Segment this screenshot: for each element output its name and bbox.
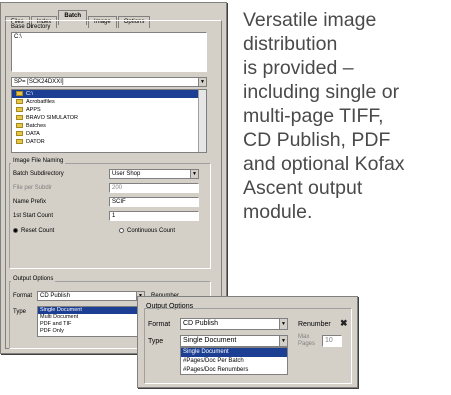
output-options-inset: Output Options Format CD Publish ▼ Renum… (137, 296, 358, 388)
continuous-count-label: Continuous Count (127, 228, 176, 235)
caption-line: distribution (243, 33, 338, 55)
type-option[interactable]: PDF and TIF (38, 321, 144, 328)
inset-format-label: Format (148, 321, 171, 328)
caption-line: multi-page TIFF, (243, 105, 384, 127)
tab-strip: Files IndexBatchImage Options (5, 7, 222, 28)
start-count-field[interactable]: 1 (109, 211, 199, 221)
tree-item[interactable]: BRAVO SIMULATOR (12, 114, 206, 122)
output-options-label: Output Options (11, 276, 56, 282)
folder-icon (16, 107, 23, 113)
chevron-down-icon[interactable]: ▼ (279, 319, 287, 329)
caption-line: CD Publish, PDF (243, 129, 391, 151)
start-count-label: 1st Start Count (13, 213, 54, 219)
format-label: Format (13, 293, 33, 299)
caption-line: Versatile image (243, 9, 377, 31)
inset-type-dropdown-list[interactable]: Single Document #Pages/Doc Per Batch #Pa… (180, 347, 288, 375)
tree-item-label: Batches (26, 123, 46, 129)
continuous-count-radio[interactable]: Continuous Count (119, 228, 175, 234)
tree-item[interactable]: Acrobatfiles (12, 98, 206, 106)
type-option[interactable]: PDF Only (38, 328, 144, 335)
caption-line: Ascent output (243, 177, 363, 199)
file-per-subdir-field[interactable]: 200 (109, 183, 199, 193)
name-prefix-field[interactable]: SCIF (109, 197, 199, 207)
tree-item-label: APPS (26, 107, 41, 113)
tree-item[interactable]: APPS (12, 106, 206, 114)
caption-line: is provided – (243, 57, 354, 79)
tree-item[interactable]: C:\ (12, 90, 206, 98)
folder-icon (16, 139, 23, 145)
inset-format-select[interactable]: CD Publish ▼ (180, 318, 288, 330)
format-value: CD Publish (40, 293, 71, 299)
type-dropdown-list[interactable]: Single Document Multi Document PDF and T… (37, 306, 145, 337)
radio-unselected-icon[interactable] (119, 228, 124, 233)
inset-type-option[interactable]: #Pages/Doc Renumbers (181, 366, 287, 375)
folder-icon (16, 99, 23, 105)
type-option[interactable]: Single Document (38, 307, 144, 314)
drive-select-value: SP= [SCK24DXXI] (14, 79, 64, 85)
folder-icon (16, 91, 23, 97)
max-pages-label: Max Pages (298, 334, 316, 347)
folder-icon (16, 115, 23, 121)
caption-line: including single or (243, 81, 400, 103)
inset-format-value: CD Publish (183, 320, 219, 327)
inset-type-label: Type (148, 338, 164, 345)
inset-type-value: Single Document (183, 337, 237, 344)
caption-line: module. (243, 201, 313, 223)
batch-subdirectory-label: Batch Subdirectory (13, 171, 64, 177)
image-file-naming-label: Image File Naming (11, 158, 66, 164)
feature-caption: Versatile image distribution is provided… (243, 8, 448, 224)
base-directory-field[interactable]: C:\ (11, 32, 207, 72)
type-label: Type (13, 309, 27, 315)
type-option[interactable]: Multi Document (38, 314, 144, 321)
name-prefix-label: Name Prefix (13, 199, 47, 205)
tree-item-label: Acrobatfiles (26, 99, 55, 105)
file-per-subdir-label: File per Subdir (13, 185, 53, 191)
chevron-down-icon[interactable]: ▼ (279, 336, 287, 346)
folder-icon (16, 123, 23, 129)
max-pages-field[interactable]: 10 (322, 335, 342, 347)
format-select[interactable]: CD Publish ▼ (37, 291, 145, 301)
inset-renumber-label: Renumber (298, 321, 331, 328)
tree-item[interactable]: DATOR (12, 138, 206, 146)
caption-line: and optional Kofax (243, 153, 405, 175)
batch-subdirectory-select[interactable]: User Shop ▼ (109, 169, 199, 179)
radio-selected-icon[interactable] (13, 228, 18, 233)
directory-tree[interactable]: C:\ Acrobatfiles APPS BRAVO SIMULATOR Ba… (11, 89, 207, 153)
inset-type-option[interactable]: Single Document (181, 348, 287, 357)
tree-item-label: C:\ (26, 91, 34, 97)
tree-item[interactable]: DATA (12, 130, 206, 138)
chevron-down-icon[interactable]: ▼ (190, 170, 198, 178)
tree-item-label: DATOR (26, 139, 45, 145)
tree-scrollbar[interactable] (198, 90, 206, 152)
inset-type-select[interactable]: Single Document ▼ (180, 335, 288, 347)
folder-icon (16, 131, 23, 137)
base-directory-label: Base Directory (11, 24, 51, 30)
tree-item-label: BRAVO SIMULATOR (26, 115, 78, 121)
chevron-down-icon[interactable]: ▼ (198, 78, 206, 86)
batch-subdirectory-value: User Shop (112, 171, 141, 177)
tree-item[interactable]: Batches (12, 122, 206, 130)
reset-count-label: Reset Count (21, 228, 55, 235)
tree-item-label: DATA (26, 131, 40, 137)
drive-select[interactable]: SP= [SCK24DXXI] ▼ (11, 77, 207, 87)
inset-type-option[interactable]: #Pages/Doc Per Batch (181, 357, 287, 366)
renumber-check-icon[interactable]: ✖ (340, 318, 348, 329)
reset-count-radio[interactable]: Reset Count (13, 228, 54, 234)
